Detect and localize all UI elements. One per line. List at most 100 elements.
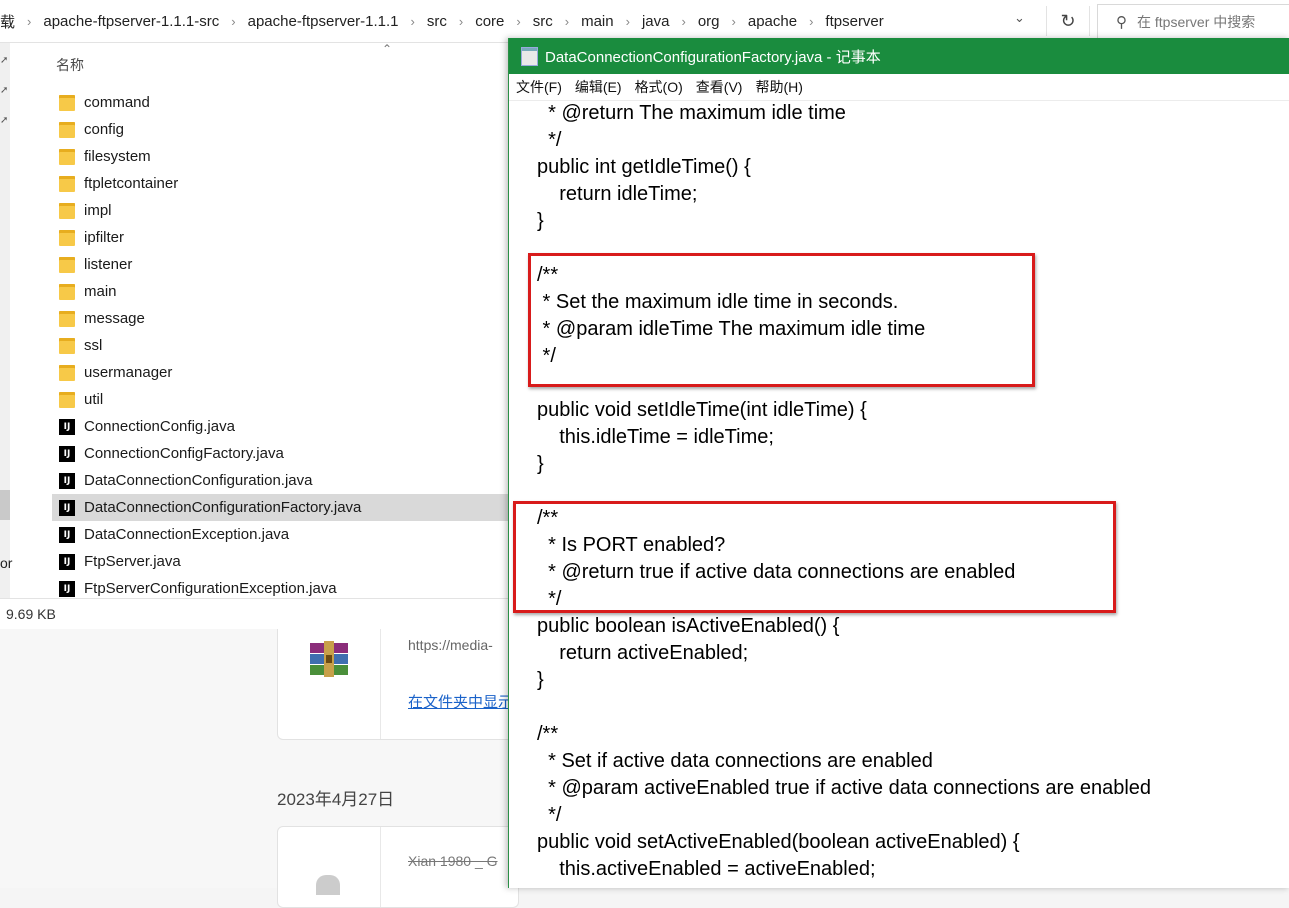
folder-icon bbox=[59, 175, 75, 192]
search-icon: ⚲ bbox=[1116, 14, 1127, 31]
file-row[interactable]: IJ FtpServer.java bbox=[52, 548, 508, 575]
file-row[interactable]: filesystem bbox=[52, 143, 508, 170]
folder-icon bbox=[59, 229, 75, 246]
refresh-button[interactable]: ↻ bbox=[1046, 6, 1090, 36]
menu-item[interactable]: 文件(F) bbox=[516, 77, 562, 97]
code-line: public int getIdleTime() { bbox=[537, 156, 751, 178]
breadcrumb-separator-icon[interactable]: › bbox=[676, 14, 690, 29]
breadcrumb-item[interactable]: ftpserver bbox=[818, 13, 890, 30]
file-row[interactable]: listener bbox=[52, 251, 508, 278]
breadcrumb-separator-icon[interactable]: › bbox=[804, 14, 818, 29]
chevron-down-icon[interactable]: ⌄ bbox=[1014, 10, 1025, 26]
code-line: this.activeEnabled = activeEnabled; bbox=[537, 858, 876, 880]
folder-icon bbox=[59, 94, 75, 111]
file-name: ConnectionConfig.java bbox=[84, 418, 235, 435]
breadcrumb-separator-icon[interactable]: › bbox=[454, 14, 468, 29]
code-line: } bbox=[537, 453, 544, 475]
nav-pin-icon[interactable]: ➚ bbox=[0, 115, 8, 126]
breadcrumb-separator-icon[interactable]: › bbox=[727, 14, 741, 29]
file-row[interactable]: config bbox=[52, 116, 508, 143]
highlight-box bbox=[528, 253, 1035, 387]
nav-pin-icon[interactable]: ➚ bbox=[0, 85, 8, 96]
file-name: listener bbox=[84, 256, 133, 273]
column-header-name[interactable]: 名称 bbox=[56, 55, 84, 75]
file-row[interactable]: util bbox=[52, 386, 508, 413]
search-input[interactable]: ⚲ 在 ftpserver 中搜索 bbox=[1097, 4, 1289, 40]
breadcrumb-item[interactable]: main bbox=[574, 13, 621, 30]
folder-icon bbox=[59, 283, 75, 300]
nav-item-label[interactable]: or bbox=[0, 555, 12, 571]
menu-item[interactable]: 帮助(H) bbox=[755, 77, 802, 97]
breadcrumb-separator-icon[interactable]: › bbox=[406, 14, 420, 29]
file-name: DataConnectionConfigurationFactory.java bbox=[84, 499, 362, 516]
file-row[interactable]: message bbox=[52, 305, 508, 332]
menu-item[interactable]: 编辑(E) bbox=[575, 77, 622, 97]
file-name: main bbox=[84, 283, 117, 300]
file-name: command bbox=[84, 94, 150, 111]
refresh-icon: ↻ bbox=[1060, 10, 1076, 31]
breadcrumb-item[interactable]: 载 bbox=[0, 11, 22, 32]
file-row[interactable]: IJ ConnectionConfigFactory.java bbox=[52, 440, 508, 467]
file-icon bbox=[316, 875, 340, 895]
file-name: filesystem bbox=[84, 148, 151, 165]
breadcrumb-item[interactable]: apache-ftpserver-1.1.1-src bbox=[36, 13, 226, 30]
file-row[interactable]: IJ DataConnectionException.java bbox=[52, 521, 508, 548]
breadcrumb-item[interactable]: core bbox=[468, 13, 511, 30]
breadcrumb-item[interactable]: src bbox=[420, 13, 454, 30]
download-date-heading: 2023年4月27日 bbox=[277, 790, 395, 809]
notepad-title: DataConnectionConfigurationFactory.java … bbox=[545, 48, 881, 66]
nav-selected-item[interactable] bbox=[0, 490, 10, 520]
navigation-pane[interactable] bbox=[0, 43, 10, 598]
notepad-text-area[interactable]: * @return The maximum idle time */ public… bbox=[537, 100, 1287, 890]
file-row[interactable]: impl bbox=[52, 197, 508, 224]
code-line: this.idleTime = idleTime; bbox=[537, 426, 774, 448]
notepad-title-bar[interactable]: DataConnectionConfigurationFactory.java … bbox=[509, 38, 1289, 74]
breadcrumb-item[interactable]: java bbox=[635, 13, 677, 30]
code-line: */ bbox=[537, 129, 562, 151]
file-row[interactable]: IJ DataConnectionConfiguration.java bbox=[52, 467, 508, 494]
download-card-2[interactable]: Xian 1980 _ G bbox=[277, 826, 519, 908]
intellij-file-icon: IJ bbox=[59, 526, 75, 543]
file-name: ftpletcontainer bbox=[84, 175, 179, 192]
code-line: return idleTime; bbox=[537, 183, 698, 205]
file-row[interactable]: ssl bbox=[52, 332, 508, 359]
download-url: https://media- bbox=[408, 637, 493, 653]
breadcrumb-separator-icon[interactable]: › bbox=[560, 14, 574, 29]
file-row[interactable]: IJ DataConnectionConfigurationFactory.jav… bbox=[52, 494, 508, 521]
winrar-icon bbox=[310, 641, 348, 677]
file-row[interactable]: IJ ConnectionConfig.java bbox=[52, 413, 508, 440]
breadcrumb-item[interactable]: apache bbox=[741, 13, 804, 30]
file-name: config bbox=[84, 121, 125, 138]
show-in-folder-link[interactable]: 在文件夹中显示 bbox=[408, 691, 513, 712]
breadcrumb-separator-icon[interactable]: › bbox=[511, 14, 525, 29]
file-name: DataConnectionException.java bbox=[84, 526, 290, 543]
menu-item[interactable]: 查看(V) bbox=[696, 77, 743, 97]
download-name-2[interactable]: Xian 1980 _ G bbox=[408, 853, 498, 869]
file-row[interactable]: main bbox=[52, 278, 508, 305]
breadcrumb: 载 › apache-ftpserver-1.1.1-src › apache-ftps… bbox=[0, 0, 891, 42]
breadcrumb-item[interactable]: src bbox=[526, 13, 560, 30]
breadcrumb-item[interactable]: apache-ftpserver-1.1.1 bbox=[241, 13, 406, 30]
breadcrumb-separator-icon[interactable]: › bbox=[22, 14, 36, 29]
nav-pin-icon[interactable]: ➚ bbox=[0, 55, 8, 66]
folder-icon bbox=[59, 364, 75, 381]
breadcrumb-item[interactable]: org bbox=[691, 13, 727, 30]
address-bar[interactable]: 载 › apache-ftpserver-1.1.1-src › apache-ftps… bbox=[0, 0, 1289, 43]
file-row[interactable]: command bbox=[52, 89, 508, 116]
folder-icon bbox=[59, 256, 75, 273]
file-row[interactable]: usermanager bbox=[52, 359, 508, 386]
file-name: FtpServerConfigurationException.java bbox=[84, 580, 337, 597]
file-name: usermanager bbox=[84, 364, 173, 381]
file-row[interactable]: ipfilter bbox=[52, 224, 508, 251]
intellij-file-icon: IJ bbox=[59, 553, 75, 570]
file-row[interactable]: ftpletcontainer bbox=[52, 170, 508, 197]
intellij-file-icon: IJ bbox=[59, 580, 75, 597]
folder-icon bbox=[59, 121, 75, 138]
file-name: FtpServer.java bbox=[84, 553, 181, 570]
menu-item[interactable]: 格式(O) bbox=[635, 77, 683, 97]
breadcrumb-separator-icon[interactable]: › bbox=[621, 14, 635, 29]
code-line: public void setActiveEnabled(boolean act… bbox=[537, 831, 1020, 853]
file-name: message bbox=[84, 310, 145, 327]
breadcrumb-separator-icon[interactable]: › bbox=[226, 14, 240, 29]
code-line: public void setIdleTime(int idleTime) { bbox=[537, 399, 867, 421]
